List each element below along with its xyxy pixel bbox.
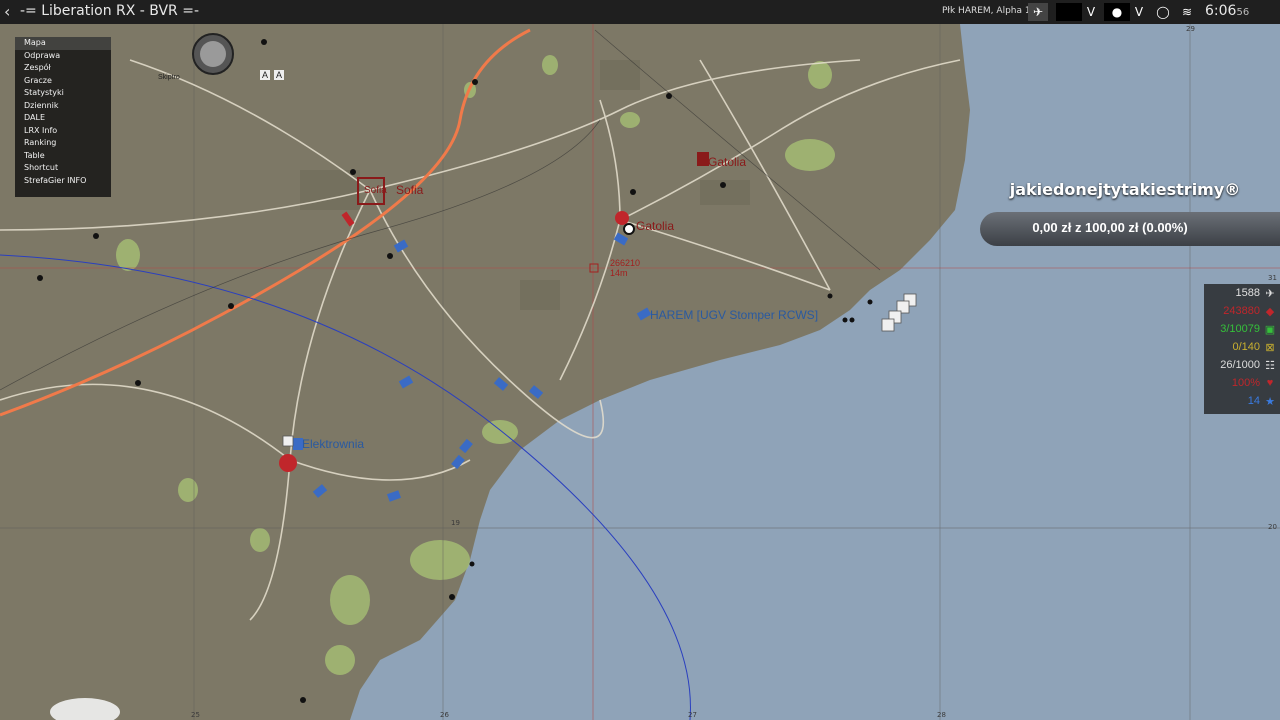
stat-row: 26/1000 ☷	[1204, 356, 1280, 374]
stat-value: 3/10079	[1220, 323, 1260, 335]
donation-goal-widget: jakiedonejtytakiestrimy® 0,00 zł z 100,0…	[980, 180, 1280, 248]
menu-item-dale[interactable]: DALE	[15, 112, 111, 125]
stat-row: 3/10079 ▣	[1204, 320, 1280, 338]
grid-label-28: 28	[937, 711, 946, 719]
stat-row: 243880 ◆	[1204, 302, 1280, 320]
stat-value: 1588	[1235, 287, 1260, 299]
grid-label-25: 25	[191, 711, 200, 719]
grid-label-19: 19	[451, 519, 460, 527]
grid-label-31: 31	[1268, 274, 1277, 282]
icon-label-a1: A	[260, 70, 271, 80]
gatolia-town-label[interactable]: Gatolia	[636, 219, 674, 233]
chevron-down-icon[interactable]: V	[1084, 3, 1098, 21]
menu-item-odprawa[interactable]: Odprawa	[15, 50, 111, 63]
stat-row: 0/140 ⊠	[1204, 338, 1280, 356]
star-icon: ★	[1265, 395, 1275, 408]
layers-icon[interactable]: ≋	[1178, 3, 1196, 21]
skiptro-label: Skiptro	[158, 74, 180, 81]
stat-row: 1588 ✈	[1204, 284, 1280, 302]
units-icon: ☷	[1265, 359, 1275, 372]
map-menu: Mapa Odprawa Zespół Gracze Statystyki Dz…	[15, 37, 111, 197]
waypoint-distance: 14m	[610, 268, 628, 278]
menu-item-dziennik[interactable]: Dziennik	[15, 100, 111, 113]
sofia-marker-label[interactable]: Sofia	[396, 183, 423, 197]
grid-label-27: 27	[688, 711, 697, 719]
donation-progress-bar: 0,00 zł z 100,00 zł (0.00%)	[980, 212, 1280, 246]
black-swatch-icon[interactable]	[1056, 3, 1082, 21]
stat-value: 26/1000	[1220, 359, 1260, 371]
harem-unit-label[interactable]: HAREM [UGV Stomper RCWS]	[650, 308, 818, 322]
chevron-down-icon-2[interactable]: V	[1132, 3, 1146, 21]
civilian-icon: ♥	[1266, 377, 1274, 389]
waypoint-code: 266210	[610, 258, 641, 268]
menu-item-lrx-info[interactable]: LRX Info	[15, 125, 111, 138]
grid-label-26: 26	[440, 711, 449, 719]
menu-item-zespol[interactable]: Zespół	[15, 62, 111, 75]
stat-value: 100%	[1231, 377, 1260, 389]
menu-item-strefagier-info[interactable]: StrefaGier INFO	[15, 175, 111, 188]
fuel-icon: ▣	[1264, 323, 1276, 336]
intel-icon: ⊠	[1265, 341, 1275, 354]
dot-icon[interactable]: ●	[1104, 3, 1130, 21]
donation-amount: 0,00 zł z 100,00 zł (0.00%)	[1032, 220, 1188, 235]
stat-value: 14	[1247, 395, 1260, 407]
menu-item-gracze[interactable]: Gracze	[15, 75, 111, 88]
grid-label-29: 29	[1186, 25, 1195, 33]
tactical-map[interactable]	[0, 0, 1280, 720]
gatolia-marker-label[interactable]: Gatolia	[708, 155, 746, 169]
sofia-town-label: Sofia	[364, 185, 387, 196]
rank-icon: ✈	[1028, 3, 1048, 21]
icon-label-a2: A	[274, 70, 285, 80]
donation-title: jakiedonejtytakiestrimy®	[1009, 180, 1241, 199]
stat-row: 100% ♥	[1204, 374, 1280, 392]
menu-item-table[interactable]: Table	[15, 150, 111, 163]
menu-item-ranking[interactable]: Ranking	[15, 137, 111, 150]
mission-clock: 6:0656	[1205, 3, 1250, 19]
back-icon[interactable]: ‹	[4, 2, 10, 21]
mission-title: -= Liberation RX - BVR =-	[20, 3, 200, 19]
top-bar: ‹ -= Liberation RX - BVR =- Płk HAREM, A…	[0, 0, 1280, 24]
ring-icon[interactable]: ◯	[1154, 3, 1172, 21]
menu-item-mapa[interactable]: Mapa	[15, 37, 111, 50]
grid-label-20: 20	[1268, 523, 1277, 531]
stat-value: 243880	[1223, 305, 1260, 317]
menu-item-statystyki[interactable]: Statystyki	[15, 87, 111, 100]
elektrownia-label[interactable]: Elektrownia	[302, 437, 364, 451]
stat-row: 14 ★	[1204, 392, 1280, 410]
aircraft-icon: ✈	[1265, 287, 1275, 300]
ammo-icon: ◆	[1265, 305, 1275, 318]
resource-stats-panel: 1588 ✈ 243880 ◆ 3/10079 ▣ 0/140 ⊠ 26/1000 ☷ 100% ♥ 1…	[1204, 284, 1280, 414]
menu-item-shortcut[interactable]: Shortcut	[15, 162, 111, 175]
stat-value: 0/140	[1232, 341, 1260, 353]
